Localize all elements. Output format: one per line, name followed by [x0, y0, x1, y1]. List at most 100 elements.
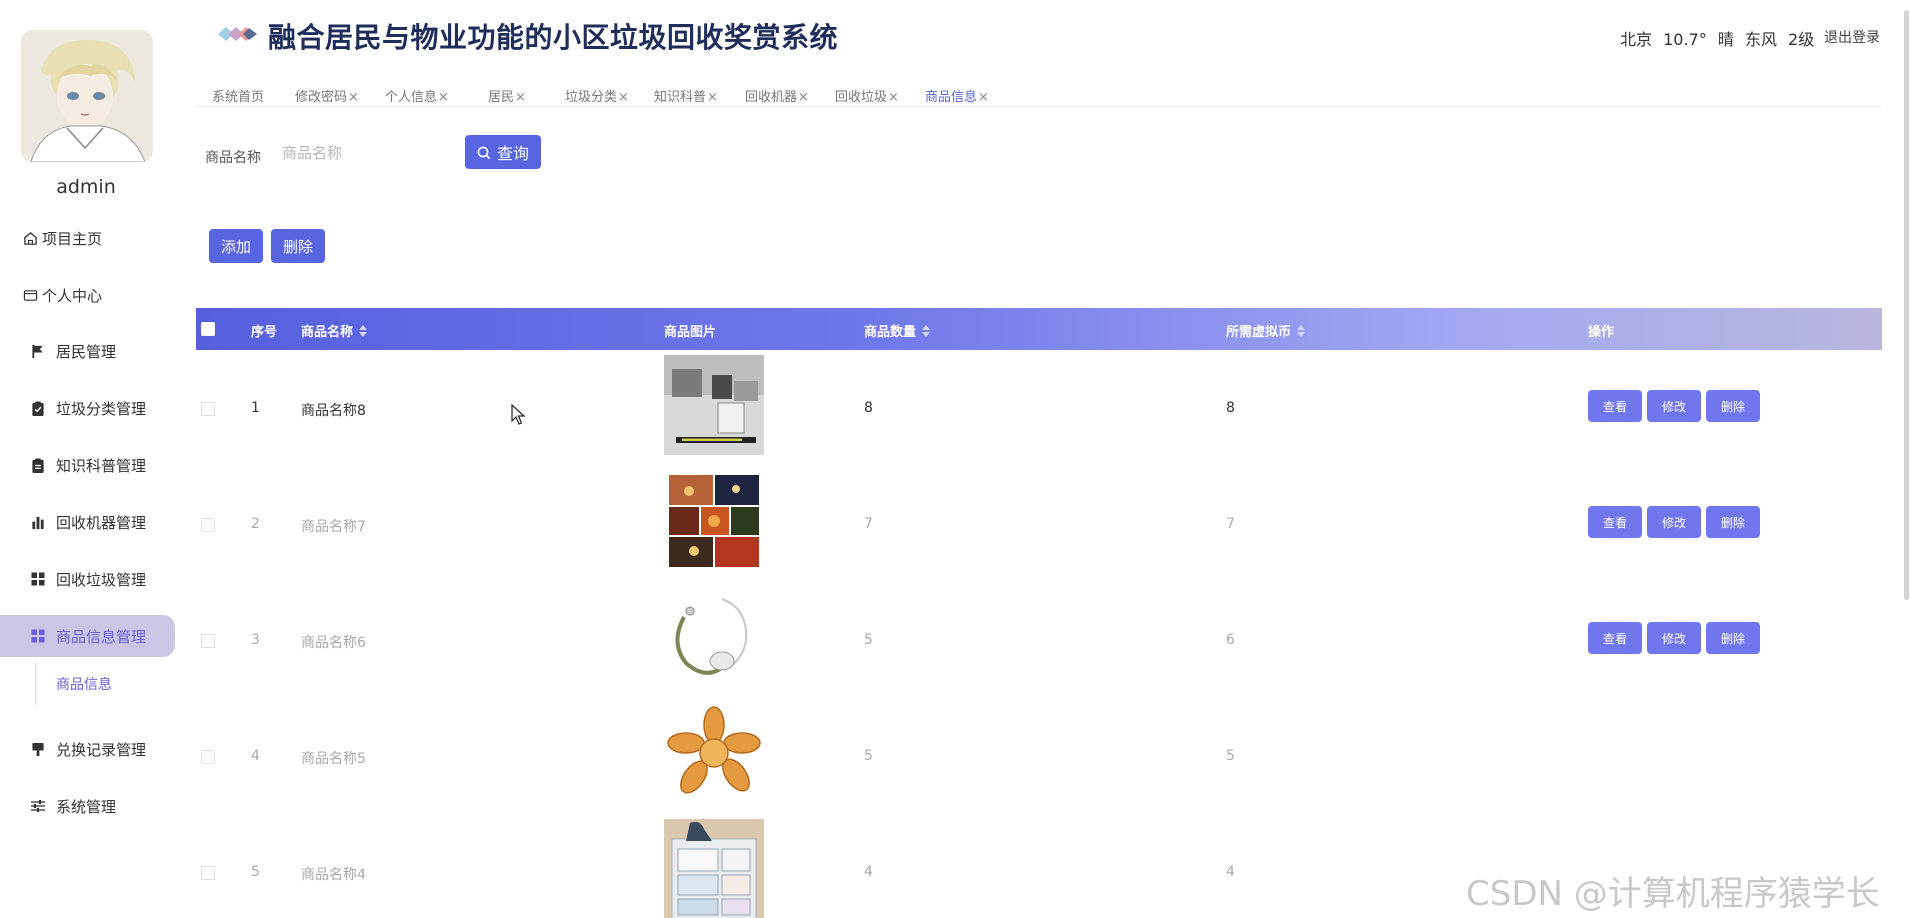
- weather-widget: 北京 10.7° 晴 东风 2级: [1620, 26, 1820, 50]
- product-image[interactable]: [664, 355, 764, 455]
- menu-item-knowledge[interactable]: 知识科普管理: [30, 444, 205, 486]
- close-icon[interactable]: ×: [438, 90, 449, 105]
- view-button[interactable]: 查看: [1588, 622, 1642, 654]
- cell-index: 2: [251, 516, 260, 532]
- tab-change-password[interactable]: 修改密码×: [295, 86, 359, 105]
- product-image[interactable]: [664, 471, 764, 571]
- sidebar: admin 项目主页 个人中心 居民管理 垃圾分类管理 知识科普管理 回收机器管: [0, 0, 187, 918]
- menu-item-machines[interactable]: 回收机器管理: [30, 501, 205, 543]
- cell-name: 商品名称4: [301, 867, 366, 883]
- home-icon: [22, 230, 38, 246]
- tab-machines[interactable]: 回收机器×: [745, 86, 809, 105]
- close-icon[interactable]: ×: [348, 90, 359, 105]
- close-icon[interactable]: ×: [978, 90, 989, 105]
- delete-button[interactable]: 删除: [1706, 506, 1760, 538]
- app-title: 融合居民与物业功能的小区垃圾回收奖赏系统: [268, 21, 839, 54]
- column-header-qty-label: 商品数量: [864, 325, 917, 340]
- cell-qty: 5: [864, 632, 873, 648]
- menu-item-residents[interactable]: 居民管理: [30, 330, 205, 372]
- batch-delete-button[interactable]: 删除: [271, 229, 325, 263]
- menu-item-exchange[interactable]: 兑换记录管理: [30, 728, 205, 770]
- edit-button[interactable]: 修改: [1647, 622, 1701, 654]
- cell-coins: 4: [1226, 864, 1235, 880]
- close-icon[interactable]: ×: [618, 90, 629, 105]
- cell-qty: 8: [864, 400, 873, 416]
- menu-item-products[interactable]: 商品信息管理: [0, 615, 175, 657]
- logo-icon: [216, 24, 258, 44]
- cell-coins: 8: [1226, 400, 1235, 416]
- tab-residents[interactable]: 居民×: [488, 86, 526, 105]
- logout-link[interactable]: 退出登录: [1824, 27, 1880, 47]
- username: admin: [56, 176, 116, 198]
- sort-icon[interactable]: [359, 325, 368, 337]
- weather-wind: 东风: [1744, 30, 1777, 49]
- column-header-ops: 操作: [1588, 325, 1615, 340]
- menu-item-recycled-garbage[interactable]: 回收垃圾管理: [30, 558, 205, 600]
- tab-label: 回收机器: [745, 90, 798, 105]
- product-image[interactable]: [664, 819, 764, 918]
- tab-product-info[interactable]: 商品信息×: [925, 86, 989, 105]
- sort-icon[interactable]: [922, 325, 931, 337]
- cell-name: 商品名称8: [301, 403, 366, 419]
- menu-item-label: 垃圾分类管理: [56, 399, 147, 418]
- delete-button[interactable]: 删除: [1706, 622, 1760, 654]
- close-icon[interactable]: ×: [888, 90, 899, 105]
- menu-item-garbage-category[interactable]: 垃圾分类管理: [30, 387, 205, 429]
- add-button[interactable]: 添加: [209, 229, 263, 263]
- view-button[interactable]: 查看: [1588, 390, 1642, 422]
- table-row: 1 商品名称8 8 8 查看 修改 删除: [196, 350, 1882, 466]
- cell-qty: 4: [864, 864, 873, 880]
- close-icon[interactable]: ×: [515, 90, 526, 105]
- query-button[interactable]: 查询: [465, 135, 541, 169]
- menu-item-label: 回收机器管理: [56, 513, 147, 532]
- menu-item-label: 兑换记录管理: [56, 740, 147, 759]
- menu-item-profile[interactable]: 个人中心: [22, 274, 197, 316]
- select-all-checkbox[interactable]: [201, 322, 215, 336]
- column-header-coins[interactable]: 所需虚拟币: [1226, 321, 1306, 340]
- view-button[interactable]: 查看: [1588, 506, 1642, 538]
- tab-garbage-category[interactable]: 垃圾分类×: [565, 86, 629, 105]
- product-image[interactable]: [664, 587, 764, 687]
- close-icon[interactable]: ×: [707, 90, 718, 105]
- cell-index: 1: [251, 400, 260, 416]
- column-header-qty[interactable]: 商品数量: [864, 321, 931, 340]
- menu-item-home[interactable]: 项目主页: [22, 217, 197, 259]
- table-row: 2 商品名称7 7 7 查看 修改 删除: [196, 466, 1882, 582]
- column-header-name[interactable]: 商品名称: [301, 321, 368, 340]
- tab-label: 垃圾分类: [565, 90, 618, 105]
- scrollbar[interactable]: [1904, 10, 1909, 600]
- tab-personal-info[interactable]: 个人信息×: [385, 86, 449, 105]
- grid-icon: [30, 628, 46, 644]
- bar-chart-icon: [30, 514, 46, 530]
- sort-icon[interactable]: [1297, 325, 1306, 337]
- tab-label: 系统首页: [212, 90, 265, 105]
- tab-recycled-garbage[interactable]: 回收垃圾×: [835, 86, 899, 105]
- row-checkbox[interactable]: [201, 750, 215, 764]
- id-card-icon: [22, 287, 38, 303]
- cell-index: 5: [251, 864, 260, 880]
- tab-label: 修改密码: [295, 90, 348, 105]
- row-checkbox[interactable]: [201, 866, 215, 880]
- submenu-item-product-info[interactable]: 商品信息: [56, 674, 112, 694]
- avatar[interactable]: [21, 30, 153, 162]
- tab-label: 知识科普: [654, 90, 707, 105]
- product-image[interactable]: [664, 703, 764, 803]
- delete-button[interactable]: 删除: [1706, 390, 1760, 422]
- edit-button[interactable]: 修改: [1647, 390, 1701, 422]
- menu-item-label: 个人中心: [42, 286, 103, 305]
- tab-home[interactable]: 系统首页: [212, 86, 264, 105]
- close-icon[interactable]: ×: [798, 90, 809, 105]
- cell-coins: 6: [1226, 632, 1235, 648]
- tab-label: 回收垃圾: [835, 90, 888, 105]
- row-checkbox[interactable]: [201, 634, 215, 648]
- product-name-search-input[interactable]: [282, 138, 452, 168]
- menu-item-system[interactable]: 系统管理: [30, 785, 205, 827]
- tab-knowledge[interactable]: 知识科普×: [654, 86, 718, 105]
- cell-name: 商品名称6: [301, 635, 366, 651]
- cell-coins: 7: [1226, 516, 1235, 532]
- row-checkbox[interactable]: [201, 402, 215, 416]
- edit-button[interactable]: 修改: [1647, 506, 1701, 538]
- column-header-image: 商品图片: [664, 325, 717, 340]
- row-checkbox[interactable]: [201, 518, 215, 532]
- menu-item-label: 项目主页: [42, 229, 103, 248]
